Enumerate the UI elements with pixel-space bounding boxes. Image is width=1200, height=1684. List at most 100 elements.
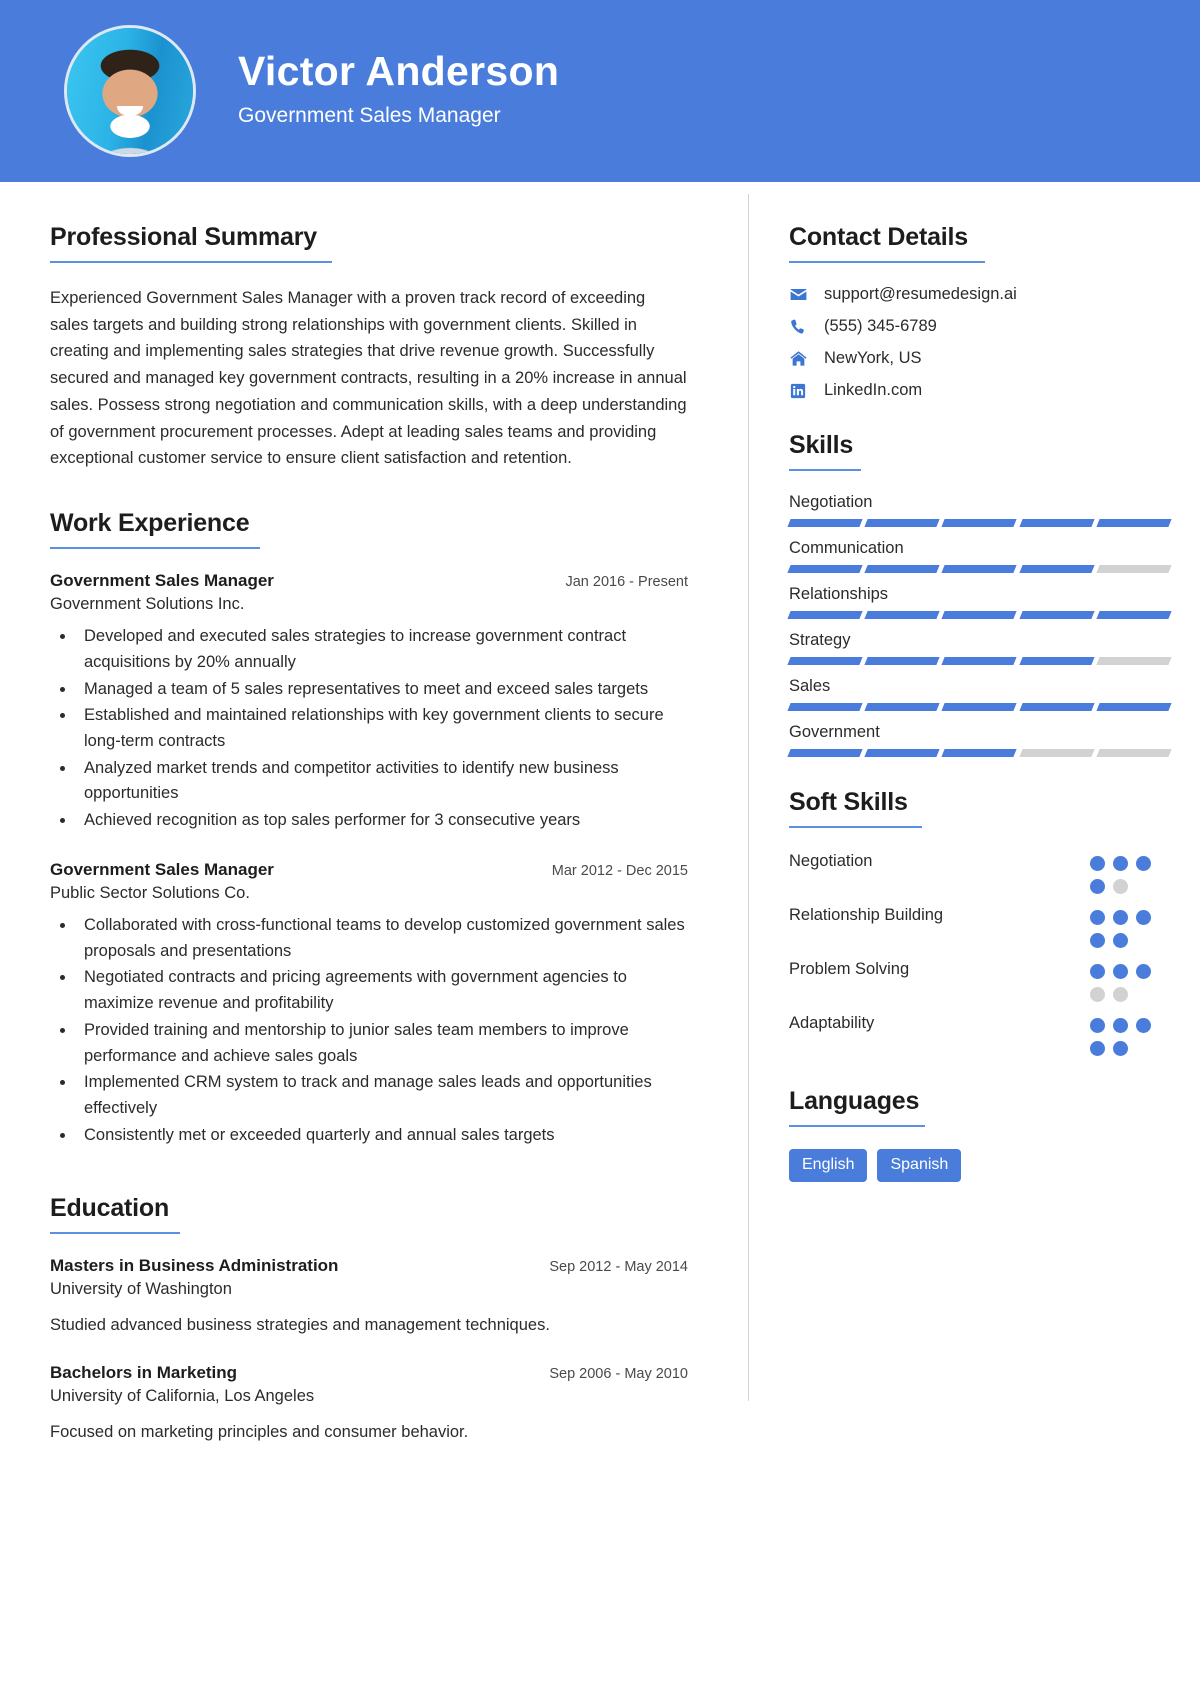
section-skills: Skills Negotiation Communication Relations… [787, 430, 1172, 757]
resume-header: Victor Anderson Government Sales Manager [0, 0, 1200, 182]
skill-name: Sales [789, 677, 831, 695]
skill-segment [1096, 657, 1172, 665]
skill-segment [1018, 565, 1095, 573]
section-title-languages: Languages [789, 1087, 920, 1115]
skill-segment [787, 565, 863, 573]
skill-row: Communication [787, 539, 1172, 573]
soft-skill-dot [1113, 987, 1128, 1002]
section-rule-summary [50, 261, 332, 263]
soft-skill-row: Negotiation [789, 850, 1170, 894]
contact-value[interactable]: NewYork, US [824, 349, 922, 368]
education-entry: Bachelors in Marketing Sep 2006 - May 201… [50, 1363, 688, 1445]
section-education: Education Masters in Business Administra… [50, 1193, 688, 1446]
skill-name: Relationships [789, 585, 889, 603]
skill-segment [941, 611, 1018, 619]
section-title-work: Work Experience [50, 509, 250, 538]
skill-name: Negotiation [789, 493, 873, 511]
soft-skill-name: Problem Solving [789, 960, 910, 978]
contact-row: LinkedIn.com [789, 381, 1170, 400]
soft-skill-dot [1136, 964, 1151, 979]
header-text-group: Victor Anderson Government Sales Manager [238, 48, 559, 133]
section-rule-skills [789, 469, 861, 471]
education-entry-date: Sep 2012 - May 2014 [549, 1258, 688, 1275]
skill-segment [941, 749, 1018, 757]
skill-segment [1018, 749, 1095, 757]
skill-level-bar [787, 519, 1172, 527]
education-entry-list: Masters in Business Administration Sep 20… [50, 1256, 688, 1446]
section-title-skills: Skills [789, 431, 854, 459]
section-title-contact: Contact Details [789, 223, 968, 251]
education-entry-description: Focused on marketing principles and cons… [50, 1423, 469, 1442]
education-entry-degree: Masters in Business Administration [50, 1255, 339, 1275]
skill-segment [787, 611, 863, 619]
soft-skill-dot [1090, 879, 1105, 894]
contact-value[interactable]: (555) 345-6789 [824, 317, 937, 336]
list-item: Collaborated with cross-functional teams… [76, 913, 688, 964]
skill-segment [864, 657, 941, 665]
skill-segment [1096, 749, 1172, 757]
skill-row: Strategy [787, 631, 1172, 665]
main-column: Professional Summary Experienced Governm… [0, 188, 748, 1511]
skill-name: Government [789, 723, 880, 741]
skill-segment [864, 611, 941, 619]
work-entry-date: Mar 2012 - Dec 2015 [551, 862, 688, 879]
skill-segment [787, 519, 863, 527]
soft-skill-name: Adaptability [789, 1014, 875, 1032]
work-entry: Government Sales Manager Mar 2012 - Dec 2… [50, 860, 688, 1149]
section-title-soft-skills: Soft Skills [789, 788, 908, 816]
work-entry-role: Government Sales Manager [50, 571, 274, 591]
home-icon [789, 349, 813, 368]
work-entry-head: Government Sales Manager Jan 2016 - Prese… [50, 571, 688, 591]
skill-segment [1096, 611, 1172, 619]
skill-segment [1018, 611, 1095, 619]
soft-skills-list: Negotiation Relationship Building Problem … [789, 850, 1170, 1056]
soft-skill-dot [1113, 1018, 1128, 1033]
soft-skill-name: Negotiation [789, 852, 873, 870]
work-entry: Government Sales Manager Jan 2016 - Prese… [50, 571, 688, 834]
language-chip: English [789, 1149, 868, 1182]
soft-skill-dot [1113, 933, 1128, 948]
soft-skill-row: Adaptability [789, 1012, 1170, 1056]
list-item: Provided training and mentorship to juni… [76, 1018, 688, 1069]
education-entry-head: Bachelors in Marketing Sep 2006 - May 201… [50, 1363, 688, 1383]
skills-list: Negotiation Communication Relationships Str… [787, 493, 1172, 757]
section-rule-soft-skills [789, 826, 922, 828]
skill-segment [941, 703, 1018, 711]
contact-value[interactable]: LinkedIn.com [824, 381, 922, 400]
soft-skill-row: Problem Solving [789, 958, 1170, 1002]
skill-segment [864, 703, 941, 711]
skill-segment [1018, 519, 1095, 527]
skill-segment [787, 749, 863, 757]
soft-skill-dot [1090, 933, 1105, 948]
contact-value[interactable]: support@resumedesign.ai [824, 285, 1017, 304]
contact-row: (555) 345-6789 [789, 317, 1170, 336]
skill-level-bar [787, 611, 1172, 619]
soft-skill-dot [1090, 910, 1105, 925]
soft-skill-dot [1113, 1041, 1128, 1056]
resume-body: Professional Summary Experienced Governm… [0, 182, 1200, 1511]
language-chip-list: English Spanish [789, 1149, 1170, 1182]
section-professional-summary: Professional Summary Experienced Governm… [50, 222, 688, 472]
skill-row: Negotiation [787, 493, 1172, 527]
work-entry-date: Jan 2016 - Present [565, 574, 688, 591]
section-contact-details: Contact Details support@resumedesign.ai (… [789, 222, 1170, 400]
section-rule-languages [789, 1125, 925, 1127]
soft-skill-dot [1113, 964, 1128, 979]
soft-skill-dot [1090, 964, 1105, 979]
soft-skill-dot [1113, 910, 1128, 925]
soft-skill-dots [1090, 958, 1170, 1002]
soft-skill-name: Relationship Building [789, 906, 944, 924]
skill-name: Strategy [789, 631, 851, 649]
work-entry-role: Government Sales Manager [50, 859, 274, 879]
soft-skill-dot [1090, 1041, 1105, 1056]
skill-row: Relationships [787, 585, 1172, 619]
skill-level-bar [787, 565, 1172, 573]
work-entry-company: Government Solutions Inc. [50, 595, 245, 614]
skill-segment [787, 657, 863, 665]
skill-segment [1096, 519, 1172, 527]
skill-segment [1096, 565, 1172, 573]
soft-skill-dot [1136, 910, 1151, 925]
section-rule-work [50, 547, 260, 550]
skill-segment [1096, 703, 1172, 711]
contact-row: NewYork, US [789, 349, 1170, 368]
